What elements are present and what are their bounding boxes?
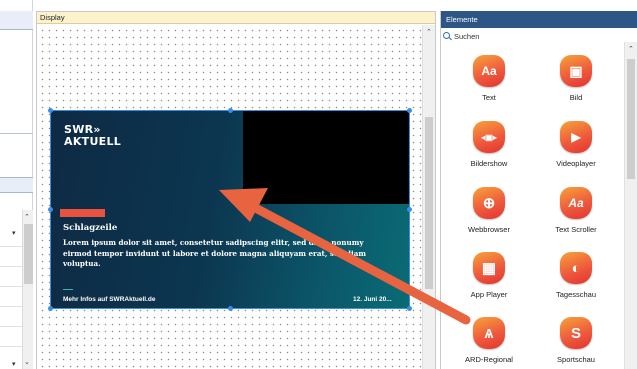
display-scrollbar[interactable]: ⌃ (422, 25, 435, 369)
element-tile-text[interactable]: Aa Text (449, 55, 529, 113)
resize-handle[interactable] (407, 108, 412, 113)
resize-handle[interactable] (407, 207, 412, 212)
element-label: ARD-Regional (465, 355, 513, 364)
slide-preview[interactable]: SWR» AKTUELL Schlagzeile Lorem ipsum dol… (51, 111, 409, 308)
swr-logo-line2: AKTUELL (64, 135, 122, 148)
element-label: Bild (569, 93, 583, 102)
search-input[interactable]: Suchen (454, 32, 479, 41)
element-tile-videoplayer[interactable]: ▶ Videoplayer (536, 121, 616, 179)
element-label: Text (482, 93, 496, 102)
elemente-panel: Elemente Suchen Aa Text ▣ Bild ◂▣▸ Bilde… (440, 11, 637, 369)
scrollbar-thumb[interactable] (627, 59, 635, 179)
element-label: Bildershow (470, 159, 508, 168)
left-panel: ▾ ▾ ⌃ ⌄ (0, 0, 33, 369)
divider (0, 133, 33, 134)
resize-handle[interactable] (48, 306, 53, 311)
sportschau-icon: S (560, 317, 592, 349)
left-scrollbar[interactable] (22, 210, 33, 369)
row-divider (0, 246, 22, 247)
chevron-down-icon[interactable]: ▾ (12, 360, 16, 368)
display-canvas[interactable]: SWR» AKTUELL Schlagzeile Lorem ipsum dol… (37, 25, 423, 369)
text-scroller-icon: Aa (560, 187, 592, 219)
element-tile-webbrowser[interactable]: ⊕ Webbrowser (449, 187, 529, 245)
app-grid-icon: ▦ (473, 252, 505, 284)
chevron-down-icon[interactable]: ▾ (12, 229, 16, 237)
element-label: App Player (470, 290, 508, 299)
text-icon: Aa (473, 55, 505, 87)
scroll-up-icon[interactable]: ⌃ (24, 213, 30, 221)
scrollbar-thumb[interactable] (425, 117, 433, 289)
scroll-up-icon[interactable]: ⌃ (426, 28, 432, 36)
antenna-icon: Ѧ (473, 317, 505, 349)
accent-bar (60, 209, 105, 217)
image-icon: ▣ (560, 55, 592, 87)
display-panel: Display SWR» AKTUELL Schlagzeile Lorem i… (36, 11, 436, 369)
resize-handle[interactable] (48, 108, 53, 113)
element-tile-text-scroller[interactable]: Aa Text Scroller (536, 187, 616, 245)
scroll-up-icon[interactable]: ⌃ (628, 45, 634, 53)
search-icon (443, 31, 452, 41)
element-tile-app-player[interactable]: ▦ App Player (449, 252, 529, 310)
row-divider (0, 346, 22, 347)
left-panel-header (0, 11, 33, 30)
video-camera-icon: ▶ (560, 121, 592, 153)
divider (63, 289, 73, 290)
slide-date: 12. Juni 20... (353, 296, 392, 303)
row-divider (0, 306, 22, 307)
element-label: Videoplayer (556, 159, 596, 168)
element-tile-tagesschau[interactable]: ◐ Tagesschau (536, 252, 616, 310)
resize-handle[interactable] (407, 306, 412, 311)
row-divider (0, 266, 22, 267)
left-panel-section-header (0, 177, 33, 193)
elemente-scrollbar[interactable]: ⌃ (624, 42, 637, 369)
globe-icon: ⊕ (473, 187, 505, 219)
tagesschau-icon: ◐ (560, 252, 592, 284)
element-search[interactable]: Suchen (443, 30, 625, 42)
resize-handle[interactable] (48, 207, 53, 212)
slideshow-icon: ◂▣▸ (473, 121, 505, 153)
slide-body-text: Lorem ipsum dolor sit amet, consetetur s… (63, 238, 366, 268)
element-tile-ard-regional[interactable]: Ѧ ARD-Regional (449, 317, 529, 369)
elemente-panel-title: Elemente (441, 11, 637, 28)
element-label: Sportschau (557, 355, 595, 364)
slide-footer-link: Mehr Infos auf SWRAktuell.de (63, 296, 156, 303)
element-label: Tagesschau (555, 290, 597, 299)
scroll-down-icon[interactable]: ⌄ (24, 358, 30, 366)
resize-handle[interactable] (228, 306, 233, 311)
element-label: Text Scroller (555, 225, 597, 234)
scrollbar-thumb[interactable] (24, 224, 33, 284)
element-tile-sportschau[interactable]: S Sportschau (536, 317, 616, 369)
element-tile-bild[interactable]: ▣ Bild (536, 55, 616, 113)
display-panel-title: Display (37, 12, 435, 24)
element-tile-bildershow[interactable]: ◂▣▸ Bildershow (449, 121, 529, 179)
row-divider (0, 326, 22, 327)
slide-headline: Schlagzeile (63, 223, 118, 233)
row-divider (0, 286, 22, 287)
element-label: Webbrowser (468, 225, 510, 234)
resize-handle[interactable] (228, 108, 233, 113)
video-placeholder[interactable] (243, 111, 409, 204)
